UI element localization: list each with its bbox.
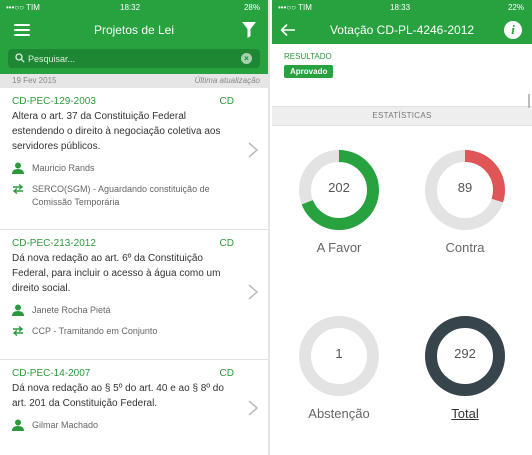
update-line: 19 Fev 2015 Última atualização bbox=[0, 74, 268, 88]
stat-value: 292 bbox=[454, 346, 476, 361]
time-label: 18:32 bbox=[120, 3, 141, 12]
stat-contra: 89 Contra bbox=[410, 146, 520, 255]
bill-summary: Altera o art. 37 da Constituição Federal… bbox=[12, 111, 221, 152]
bill-author: Gilmar Machado bbox=[12, 419, 244, 432]
update-label: Última atualização bbox=[194, 76, 260, 85]
search-box: × bbox=[8, 49, 260, 68]
votacao-screen: •••○○ TIM 18:33 22% Votação CD-PL-4246-2… bbox=[272, 0, 532, 455]
transfer-icon bbox=[12, 183, 24, 195]
bill-status-text: CCP - Tramitando em Conjunto bbox=[32, 326, 158, 336]
projetos-screen: •••○○ TIM 18:32 28% Projetos de Lei × 19… bbox=[0, 0, 270, 455]
search-icon bbox=[15, 53, 25, 63]
chevron-right-icon bbox=[248, 400, 258, 416]
stats-header: ESTATÍSTICAS bbox=[272, 106, 532, 126]
list-item[interactable]: CD-PEC-213-2012 CD Dá nova redação ao ar… bbox=[0, 230, 268, 360]
carrier-label: •••○○ TIM bbox=[278, 3, 312, 12]
person-icon bbox=[12, 162, 24, 174]
battery-label: 28% bbox=[243, 3, 260, 12]
search-bar: × bbox=[0, 44, 268, 74]
person-icon bbox=[12, 419, 24, 431]
status-bar: •••○○ TIM 18:33 22% bbox=[272, 0, 532, 16]
bill-author: Janete Rocha Pietá bbox=[12, 304, 244, 317]
app-bar: Projetos de Lei bbox=[0, 16, 268, 44]
bill-house: CD bbox=[219, 368, 234, 379]
info-icon[interactable]: i bbox=[504, 21, 522, 39]
stat-a-favor: 202 A Favor bbox=[284, 146, 394, 255]
filter-icon[interactable] bbox=[242, 22, 256, 38]
time-label: 18:33 bbox=[390, 3, 411, 12]
scroll-indicator bbox=[528, 94, 530, 108]
clear-icon[interactable]: × bbox=[241, 53, 252, 64]
bill-house: CD bbox=[219, 238, 234, 249]
page-title: Votação CD-PL-4246-2012 bbox=[329, 23, 475, 37]
stat-label: A Favor bbox=[316, 240, 362, 255]
bill-author-name: Gilmar Machado bbox=[32, 420, 99, 430]
carrier-label: •••○○ TIM bbox=[6, 3, 40, 12]
list-item[interactable]: CD-PEC-14-2007 CD Dá nova redação ao § 5… bbox=[0, 360, 268, 455]
bill-author-name: Mauricio Rands bbox=[32, 163, 95, 173]
stat-value: 89 bbox=[457, 180, 473, 195]
page-title: Projetos de Lei bbox=[93, 23, 175, 37]
bill-author-name: Janete Rocha Pietá bbox=[32, 305, 111, 315]
stat-label: Abstenção bbox=[308, 406, 370, 421]
stats-area: 202 A Favor 89 Contra 1 Abstenção 292 To… bbox=[272, 126, 532, 455]
stat-abstencao: 1 Abstenção bbox=[284, 312, 394, 421]
search-input[interactable] bbox=[28, 51, 228, 66]
stat-total[interactable]: 292 Total bbox=[410, 312, 520, 421]
stat-value: 202 bbox=[328, 180, 350, 195]
transfer-icon bbox=[12, 325, 24, 337]
bill-status: SERCO(SGM) - Aguardando constituição de … bbox=[12, 183, 244, 209]
list-item[interactable]: CD-PEC-129-2003 CD Altera o art. 37 da C… bbox=[0, 88, 268, 230]
update-date: 19 Fev 2015 bbox=[12, 76, 57, 85]
bill-author: Mauricio Rands bbox=[12, 162, 244, 175]
status-badge: Aprovado bbox=[284, 65, 334, 78]
bill-summary: Dá nova redação ao art. 6º da Constituiç… bbox=[12, 253, 221, 294]
bill-house: CD bbox=[219, 96, 234, 107]
battery-label: 22% bbox=[507, 3, 524, 12]
bill-status-text: SERCO(SGM) - Aguardando constituição de … bbox=[32, 184, 210, 207]
status-bar: •••○○ TIM 18:32 28% bbox=[0, 0, 268, 16]
person-icon bbox=[12, 304, 24, 316]
chevron-right-icon bbox=[248, 284, 258, 300]
stat-value: 1 bbox=[335, 346, 343, 361]
chevron-right-icon bbox=[248, 142, 258, 158]
bill-status: CCP - Tramitando em Conjunto bbox=[12, 325, 244, 338]
bill-summary: Dá nova redação ao § 5º do art. 40 e ao … bbox=[12, 383, 224, 409]
stat-label: Contra bbox=[445, 240, 485, 255]
total-link[interactable]: Total bbox=[410, 406, 520, 421]
result-section: RESULTADO Aprovado bbox=[272, 44, 532, 108]
app-bar: Votação CD-PL-4246-2012 i bbox=[272, 16, 532, 44]
result-label: RESULTADO bbox=[284, 52, 332, 61]
